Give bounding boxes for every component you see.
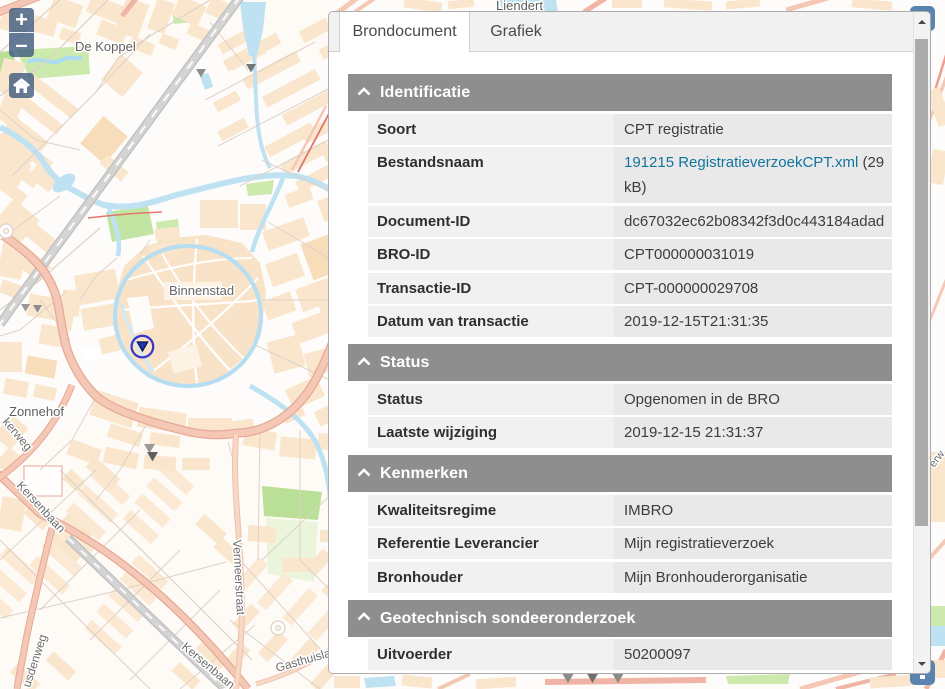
svg-text:Binnenstad: Binnenstad — [169, 283, 234, 298]
svg-text:De Koppel: De Koppel — [75, 39, 136, 54]
svg-text:Zonnehof: Zonnehof — [9, 404, 64, 419]
